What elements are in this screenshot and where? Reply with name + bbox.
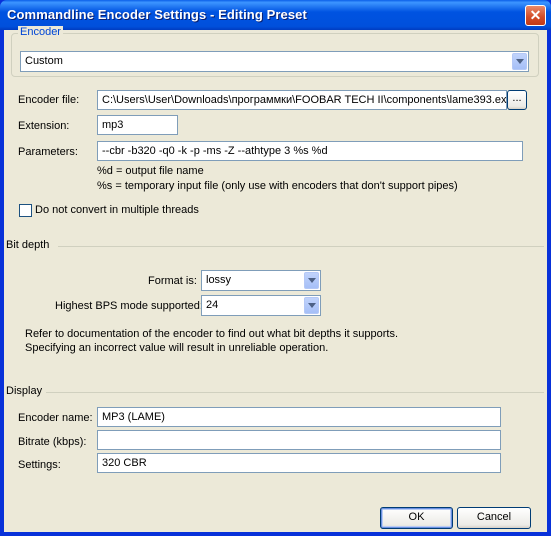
format-select[interactable]: lossy [201, 270, 321, 291]
bps-select[interactable]: 24 [201, 295, 321, 316]
encoder-preset-select[interactable]: Custom [20, 51, 529, 72]
extension-label: Extension: [18, 120, 70, 132]
encoder-file-input[interactable]: C:\Users\User\Downloads\программки\FOOBA… [97, 90, 513, 110]
format-label: Format is: [148, 275, 197, 287]
bit-depth-note-2: Specifying an incorrect value will resul… [25, 342, 329, 354]
bitrate-input[interactable] [97, 430, 501, 450]
encoder-name-value: MP3 (LAME) [102, 411, 165, 423]
format-value: lossy [206, 274, 232, 286]
encoder-name-label: Encoder name: [18, 412, 93, 424]
encoder-file-value: C:\Users\User\Downloads\программки\FOOBA… [102, 94, 513, 106]
encoder-file-label: Encoder file: [18, 94, 80, 106]
encoder-preset-value: Custom [25, 55, 63, 67]
parameters-input[interactable]: --cbr -b320 -q0 -k -p -ms -Z --athtype 3… [97, 141, 523, 161]
chevron-down-icon[interactable] [304, 272, 319, 289]
settings-label: Settings: [18, 459, 61, 471]
bps-value: 24 [206, 299, 219, 311]
parameters-label: Parameters: [18, 146, 78, 158]
settings-value: 320 CBR [102, 457, 147, 469]
ok-button[interactable]: OK [380, 507, 453, 529]
settings-input[interactable]: 320 CBR [97, 453, 501, 473]
bps-label: Highest BPS mode supported: [55, 300, 203, 312]
close-button[interactable]: ✕ [525, 5, 546, 26]
chevron-down-icon[interactable] [512, 53, 527, 70]
cancel-button[interactable]: Cancel [457, 507, 531, 529]
bitrate-label: Bitrate (kbps): [18, 436, 87, 448]
threads-checkbox-label[interactable]: Do not convert in multiple threads [35, 204, 199, 216]
bit-depth-note-1: Refer to documentation of the encoder to… [25, 328, 399, 340]
title-bar[interactable]: Commandline Encoder Settings - Editing P… [0, 0, 551, 30]
encoder-name-input[interactable]: MP3 (LAME) [97, 407, 501, 427]
bit-depth-divider [58, 246, 544, 247]
bit-depth-header: Bit depth [6, 239, 50, 251]
close-icon: ✕ [529, 7, 542, 23]
extension-value: mp3 [102, 119, 124, 131]
encoder-group-legend: Encoder [18, 26, 63, 38]
dialog-client-area: Encoder Custom Encoder file: C:\Users\Us… [4, 26, 547, 532]
window-title: Commandline Encoder Settings - Editing P… [7, 7, 307, 22]
extension-input[interactable]: mp3 [97, 115, 178, 135]
threads-checkbox[interactable] [19, 204, 32, 217]
browse-button[interactable]: ... [507, 90, 527, 110]
encoder-group: Encoder Custom [11, 26, 539, 77]
hint-output-file: %d = output file name [97, 165, 204, 177]
display-header: Display [6, 385, 43, 397]
hint-input-file: %s = temporary input file (only use with… [97, 180, 458, 192]
parameters-value: --cbr -b320 -q0 -k -p -ms -Z --athtype 3… [102, 145, 328, 157]
chevron-down-icon[interactable] [304, 297, 319, 314]
display-divider [46, 392, 544, 393]
dialog-window: Commandline Encoder Settings - Editing P… [0, 0, 551, 536]
